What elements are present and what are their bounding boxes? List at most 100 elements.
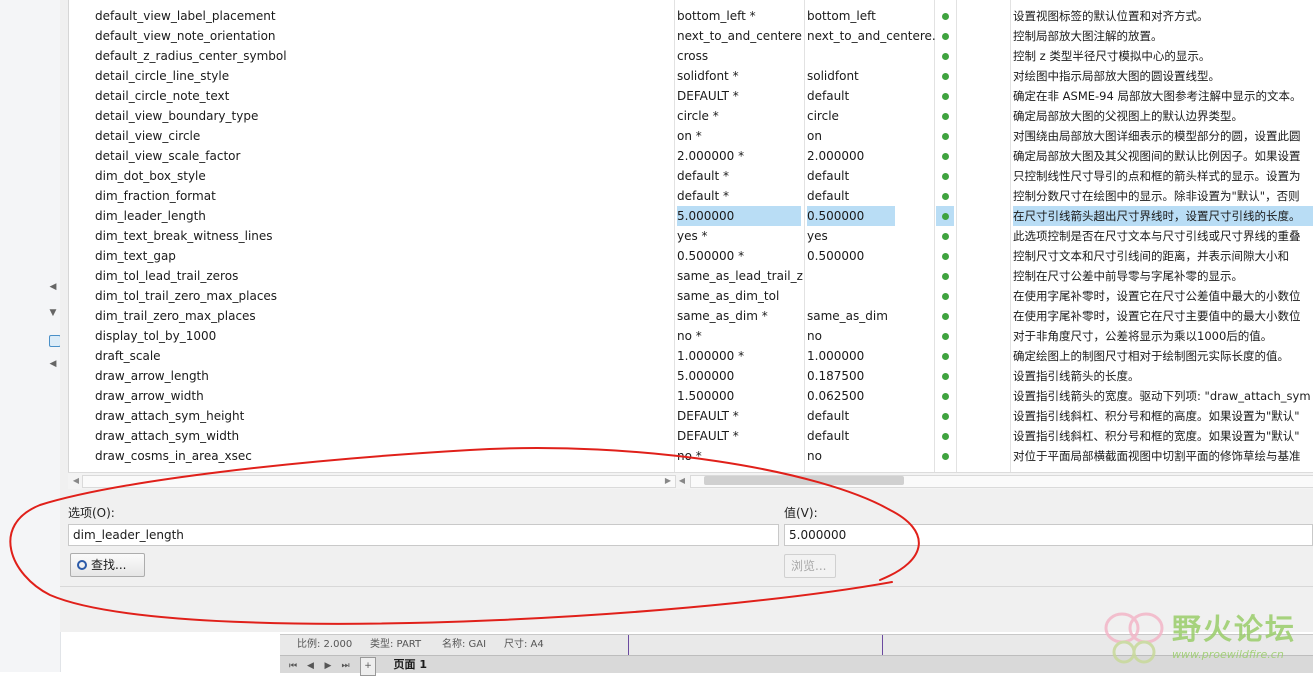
table-row[interactable]: detail_view_boundary_type circle * circle 确… <box>69 106 1313 126</box>
option-name-cell: dim_leader_length <box>95 209 206 223</box>
table-row[interactable]: detail_circle_note_text DEFAULT * default 确… <box>69 86 1313 106</box>
last-page-icon[interactable]: ⏭ <box>339 658 353 675</box>
option-default-cell: circle <box>807 109 839 123</box>
scroll-left-icon[interactable]: ◀ <box>676 474 688 487</box>
option-status-cell <box>935 446 955 466</box>
next-page-icon[interactable]: ▶ <box>321 658 335 675</box>
table-row[interactable]: display_tol_by_1000 no * no 对于非角度尺寸，公差将显示为乘… <box>69 326 1313 346</box>
option-description-cell: 设置指引线斜杠、积分号和框的高度。如果设置为"默认" <box>1013 409 1300 423</box>
name-column-scroll-track[interactable] <box>82 475 676 488</box>
watermark-title: 野火论坛 <box>1172 612 1297 646</box>
expand-arrow-icon[interactable]: ◀ <box>47 357 59 371</box>
table-row[interactable]: detail_view_scale_factor 2.000000 * 2.0000… <box>69 146 1313 166</box>
option-default-cell: 0.062500 <box>807 389 865 403</box>
option-status-cell <box>935 326 955 346</box>
option-status-cell <box>935 306 955 326</box>
side-toolbar-strip: ◀ ▼ ◀ <box>0 0 61 672</box>
status-dot-icon <box>941 173 949 180</box>
previous-page-icon[interactable]: ◀ <box>304 658 318 675</box>
type-readout: 类型: PART <box>370 639 422 650</box>
status-dot-icon <box>941 373 949 380</box>
option-default-cell: 0.187500 <box>807 369 865 383</box>
scroll-left-icon[interactable]: ◀ <box>70 474 82 487</box>
find-button[interactable]: 查找... <box>70 553 145 577</box>
option-name-cell: detail_view_circle <box>95 129 201 143</box>
table-row[interactable]: default_z_radius_center_symbol cross 控制 z … <box>69 46 1313 66</box>
option-description-cell: 此选项控制是否在尺寸文本与尺寸引线或尺寸界线的重叠 <box>1013 229 1301 243</box>
option-value-cell: yes * <box>677 229 708 243</box>
option-description-cell: 控制 z 类型半径尺寸模拟中心的显示。 <box>1013 49 1211 63</box>
table-row[interactable]: dim_text_gap 0.500000 * 0.500000 控制尺寸文本和尺寸引… <box>69 246 1313 266</box>
option-status-cell <box>935 186 955 206</box>
option-status-cell <box>935 6 955 26</box>
table-row[interactable]: dim_leader_length 5.000000 0.500000 在尺寸引线箭头… <box>69 206 1313 226</box>
option-default-cell: default <box>807 409 850 423</box>
option-value-cell: default * <box>677 169 730 183</box>
status-dot-icon <box>941 113 949 120</box>
option-description-cell: 对于非角度尺寸，公差将显示为乘以1000后的值。 <box>1013 329 1273 343</box>
table-row[interactable]: dim_fraction_format default * default 控制分数尺… <box>69 186 1313 206</box>
browse-button[interactable]: 浏览... <box>784 554 836 578</box>
option-description-cell: 控制局部放大图注解的放置。 <box>1013 29 1163 43</box>
option-default-cell: solidfont <box>807 69 859 83</box>
option-name-cell: draw_arrow_length <box>95 369 209 383</box>
status-dot-icon <box>941 133 949 140</box>
table-row[interactable]: detail_view_circle on * on 对围绕由局部放大图详细表示的模型… <box>69 126 1313 146</box>
table-row[interactable]: detail_circle_line_style solidfont * solid… <box>69 66 1313 86</box>
table-row[interactable]: dim_trail_zero_max_places same_as_dim * sa… <box>69 306 1313 326</box>
table-row[interactable]: dim_dot_box_style default * default 只控制线性尺寸… <box>69 166 1313 186</box>
option-name-field[interactable]: dim_leader_length <box>68 524 779 546</box>
option-label: 选项(O): <box>68 506 115 520</box>
find-button-label: 查找... <box>91 558 127 572</box>
table-row[interactable]: dim_tol_trail_zero_max_places same_as_dim… <box>69 286 1313 306</box>
option-description-cell: 确定绘图上的制图尺寸相对于绘制图元实际长度的值。 <box>1013 349 1289 363</box>
option-default-cell: default <box>807 89 850 103</box>
scroll-right-icon[interactable]: ▶ <box>662 474 674 487</box>
option-value-cell: DEFAULT * <box>677 409 739 423</box>
table-row[interactable]: draw_cosms_in_area_xsec no * no 对位于平面局部横截面视… <box>69 446 1313 466</box>
option-status-cell <box>935 106 955 126</box>
status-dot-icon <box>941 93 949 100</box>
option-default-cell: default <box>807 189 850 203</box>
table-row[interactable]: dim_tol_lead_trail_zeros same_as_lead_tra… <box>69 266 1313 286</box>
option-value-cell: DEFAULT * <box>677 429 739 443</box>
horizontal-scrollbars[interactable]: ◀ ▶ ◀ <box>68 472 1313 489</box>
dropdown-arrow-icon[interactable]: ▼ <box>47 306 59 320</box>
status-dot-icon <box>941 433 949 440</box>
option-value-field[interactable]: 5.000000 <box>784 524 1313 546</box>
table-row[interactable]: draft_scale 1.000000 * 1.000000 确定绘图上的制图尺寸相… <box>69 346 1313 366</box>
option-status-cell <box>935 66 955 86</box>
status-dot-icon <box>941 313 949 320</box>
options-dialog: default_view_label_placement bottom_left … <box>60 0 1313 632</box>
table-row[interactable]: dim_text_break_witness_lines yes * yes 此选项控… <box>69 226 1313 246</box>
option-value-cell: same_as_dim * <box>677 309 768 323</box>
option-description-cell: 确定局部放大图的父视图上的默认边界类型。 <box>1013 109 1243 123</box>
option-name-cell: draw_arrow_width <box>95 389 204 403</box>
option-description-cell: 在尺寸引线箭头超出尺寸界线时，设置尺寸引线的长度。 <box>1013 206 1313 226</box>
table-row[interactable]: draw_attach_sym_height DEFAULT * default 设置… <box>69 406 1313 426</box>
status-dot-icon <box>941 233 949 240</box>
option-description-cell: 控制尺寸文本和尺寸引线间的距离，并表示间隙大小和 <box>1013 249 1289 263</box>
option-value-cell: same_as_dim_tol <box>677 289 780 303</box>
status-divider <box>882 635 883 655</box>
table-row[interactable]: draw_arrow_length 5.000000 0.187500 设置指引线箭头… <box>69 366 1313 386</box>
option-value-cell: solidfont * <box>677 69 739 83</box>
table-row[interactable]: default_view_note_orientation next_to_and… <box>69 26 1313 46</box>
table-row[interactable]: default_view_label_placement bottom_left … <box>69 6 1313 26</box>
dialog-divider <box>60 586 1313 587</box>
status-dot-icon <box>941 73 949 80</box>
option-status-cell <box>935 26 955 46</box>
butterfly-logo-icon <box>1104 612 1164 664</box>
option-value-cell: 2.000000 * <box>677 149 745 163</box>
scroll-thumb[interactable] <box>704 476 904 485</box>
status-dot-icon <box>941 453 949 460</box>
option-description-cell: 只控制线性尺寸导引的点和框的箭头样式的显示。设置为 <box>1013 169 1301 183</box>
option-name-cell: default_z_radius_center_symbol <box>95 49 287 63</box>
option-name-cell: dim_trail_zero_max_places <box>95 309 256 323</box>
collapse-arrow-icon[interactable]: ◀ <box>47 280 59 294</box>
page-tab[interactable]: 页面 1 <box>394 658 427 671</box>
table-row[interactable]: draw_attach_sym_width DEFAULT * default 设置指… <box>69 426 1313 446</box>
add-page-icon[interactable]: + <box>360 657 376 676</box>
first-page-icon[interactable]: ⏮ <box>286 658 300 675</box>
table-row[interactable]: draw_arrow_width 1.500000 0.062500 设置指引线箭头的… <box>69 386 1313 406</box>
